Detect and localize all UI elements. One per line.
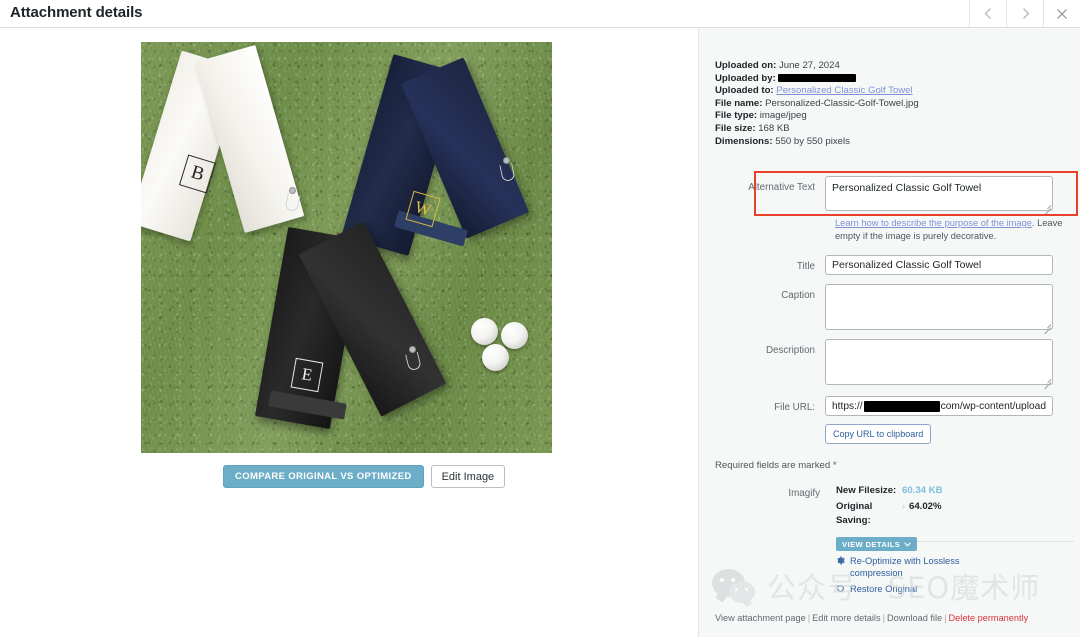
media-action-buttons: COMPARE ORIGINAL VS OPTIMIZED Edit Image [223, 465, 506, 488]
redacted-username [778, 73, 857, 82]
new-filesize-label: New Filesize: [836, 485, 897, 496]
original-saving-label: Original Saving: [836, 500, 873, 527]
chevron-right-icon [1022, 8, 1029, 19]
edit-image-button[interactable]: Edit Image [430, 465, 506, 488]
copy-url-to-clipboard-button[interactable]: Copy URL to clipboard [825, 424, 932, 444]
attachment-details-modal: Attachment details B W E COMPARE ORIGINA… [0, 0, 1080, 637]
compare-original-vs-optimized-button[interactable]: COMPARE ORIGINAL VS OPTIMIZED [223, 465, 424, 488]
description-field-row: Description [739, 339, 1053, 390]
attachment-image: B W E [141, 42, 552, 453]
file-url-field-row: File URL: https:// com/wp-content/upload … [739, 396, 1053, 444]
imagify-details-row: VIEW DETAILS [836, 534, 1074, 551]
chevron-down-icon [904, 541, 912, 547]
delete-permanently-link[interactable]: Delete permanently [949, 613, 1029, 623]
title-control [825, 255, 1053, 275]
close-modal-button[interactable] [1043, 0, 1080, 27]
saving-marker-icon: › [902, 500, 905, 511]
media-preview-pane: B W E COMPARE ORIGINAL VS OPTIMIZED Edit… [0, 28, 698, 637]
alt-text-help-link[interactable]: Learn how to describe the purpose of the… [835, 218, 1032, 228]
meta-uploaded-on: Uploaded on: June 27, 2024 [715, 60, 840, 71]
chevron-left-icon [984, 8, 991, 19]
original-saving-value: 64.02% [909, 500, 942, 512]
previous-attachment-button[interactable] [969, 0, 1006, 27]
file-url-input[interactable]: https:// com/wp-content/upload [825, 396, 1053, 416]
file-url-suffix: com/wp-content/upload [940, 400, 1046, 412]
alt-text-help: Learn how to describe the purpose of the… [835, 217, 1080, 242]
download-file-link[interactable]: Download file [887, 613, 942, 623]
alt-text-field-row: Alternative Text [739, 176, 1053, 216]
imagify-label: Imagify [788, 488, 820, 499]
alt-text-control [825, 176, 1053, 216]
alt-text-label: Alternative Text [748, 182, 815, 193]
title-label: Title [796, 261, 815, 272]
separator: | [807, 613, 811, 623]
meta-file-type: File type: image/jpeg [715, 110, 807, 122]
imagify-new-filesize-row: New Filesize: 60.34 KB [836, 484, 1074, 499]
alt-text-input[interactable] [825, 176, 1053, 211]
meta-uploaded-to: Uploaded to: Personalized Classic Golf T… [715, 85, 913, 97]
restore-arrow-icon [836, 584, 845, 596]
meta-file-name: File name: Personalized-Classic-Golf-Tow… [715, 97, 919, 109]
file-url-label: File URL: [774, 402, 815, 413]
modal-header-buttons [969, 0, 1080, 27]
new-filesize-value: 60.34 KB [902, 485, 943, 496]
redacted-domain [863, 400, 940, 412]
imagify-body: New Filesize: 60.34 KB Original Saving: … [836, 484, 1074, 596]
monogram-e: E [290, 357, 324, 393]
golf-ball [482, 344, 509, 371]
reoptimize-label: Re-Optimize with Lossless compression [850, 555, 960, 578]
restore-original-label: Restore Original [850, 583, 918, 594]
title-input[interactable] [825, 255, 1053, 275]
separator: | [882, 613, 885, 623]
description-label: Description [765, 345, 815, 356]
modal-header: Attachment details [0, 0, 1080, 28]
attachment-metadata: Uploaded on: June 27, 2024 Uploaded by: … [715, 60, 1065, 148]
meta-dimensions: Dimensions: 550 by 550 pixels [715, 135, 850, 147]
view-details-button[interactable]: VIEW DETAILS [836, 537, 918, 551]
next-attachment-button[interactable] [1006, 0, 1043, 27]
description-input[interactable] [825, 339, 1053, 385]
restore-original-action[interactable]: Restore Original [836, 583, 1074, 596]
title-field-row: Title [739, 255, 1053, 275]
view-details-label: VIEW DETAILS [842, 539, 901, 549]
file-url-prefix: https:// [832, 400, 863, 412]
required-fields-note: Required fields are marked * [715, 460, 837, 471]
close-icon [1057, 8, 1067, 19]
caption-control [825, 284, 1053, 335]
separator: | [944, 613, 947, 623]
caption-input[interactable] [825, 284, 1053, 330]
meta-file-size: File size: 168 KB [715, 122, 790, 134]
view-attachment-page-link[interactable]: View attachment page [715, 613, 806, 623]
golf-ball [471, 318, 498, 345]
golf-ball [501, 322, 528, 349]
file-url-control: https:// com/wp-content/upload Copy URL t… [825, 396, 1053, 444]
imagify-original-saving-row: Original Saving: › 64.02% [836, 499, 1074, 529]
uploaded-to-link[interactable]: Personalized Classic Golf Towel [776, 85, 912, 96]
attachment-settings-pane: Uploaded on: June 27, 2024 Uploaded by: … [698, 28, 1080, 637]
caption-field-row: Caption [739, 284, 1053, 335]
edit-more-details-link[interactable]: Edit more details [812, 613, 880, 623]
description-control [825, 339, 1053, 390]
caption-label: Caption [781, 290, 815, 301]
meta-uploaded-by: Uploaded by: [715, 73, 1065, 86]
attachment-footer-links: View attachment page | Edit more details | D… [715, 613, 1028, 623]
reoptimize-lossless-action[interactable]: Re-Optimize with Lossless compression [836, 555, 1074, 579]
gear-icon [836, 556, 845, 568]
page-title: Attachment details [10, 4, 143, 21]
